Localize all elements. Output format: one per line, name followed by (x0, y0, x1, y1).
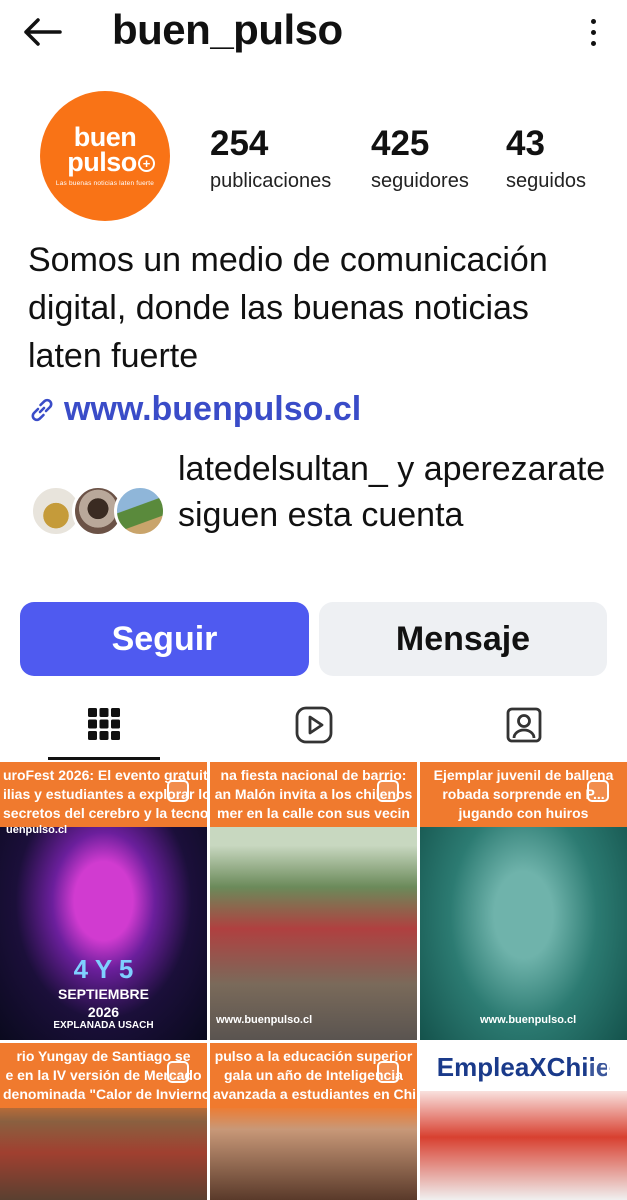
post-thumbnail[interactable]: pulso a la educación superior gala un añ… (210, 1043, 417, 1200)
tab-tagged[interactable] (470, 690, 578, 760)
post-thumbnail[interactable]: Ejemplar juvenil de ballena robada sorpr… (420, 762, 627, 1040)
post-caption: www.buenpulso.cl (480, 1014, 577, 1026)
select-checkbox[interactable] (377, 780, 399, 802)
stat-following-label: seguidos (506, 170, 587, 192)
mutual-followers-avatars[interactable] (30, 485, 166, 537)
post-date-month: SEPTIEMBRE (57, 986, 149, 1002)
link-icon (31, 398, 53, 421)
more-dot-icon (590, 40, 596, 46)
post-banner-line: jugando con huiros (458, 805, 589, 821)
post-thumbnail[interactable]: rio Yungay de Santiago se e en la IV ver… (0, 1043, 207, 1200)
post-banner-line: secretos del cerebro y la tecnología (3, 805, 207, 821)
select-checkbox[interactable] (167, 780, 189, 802)
more-dot-icon (590, 18, 596, 24)
select-checkbox[interactable] (587, 780, 609, 802)
reels-icon (295, 706, 333, 744)
stat-posts-label: publicaciones (210, 170, 332, 192)
post-banner-line: avanzada a estudiantes en Chile (213, 1086, 417, 1102)
post-banner-line: mer en la calle con sus vecin (217, 805, 410, 821)
back-button[interactable] (14, 8, 70, 56)
stat-posts[interactable]: 254 publicaciones (210, 124, 331, 194)
profile-link[interactable]: www.buenpulso.cl (28, 390, 361, 429)
stat-followers[interactable]: 425 seguidores (371, 124, 469, 194)
top-bar: buen_pulso (0, 0, 627, 66)
profile-bio: Somos un medio de comunicación digital, … (28, 241, 548, 375)
post-caption: uenpulso.cl (6, 824, 68, 836)
profile-avatar[interactable]: buen pulso + Las buenas noticias laten fu… (40, 91, 170, 221)
select-checkbox[interactable] (587, 1061, 609, 1083)
post-banner-line: denominada "Calor de Invierno" (3, 1086, 207, 1102)
stat-following-value: 43 (506, 124, 545, 163)
stat-posts-value: 254 (210, 124, 269, 163)
select-checkbox[interactable] (377, 1061, 399, 1083)
stat-followers-label: seguidores (371, 170, 469, 192)
profile-link-url: www.buenpulso.cl (64, 390, 362, 428)
profile-tabs (0, 690, 627, 760)
profile-username: buen_pulso (112, 6, 343, 53)
grid-icon (88, 707, 120, 740)
message-button[interactable]: Mensaje (319, 602, 607, 676)
mutual-avatar (114, 485, 166, 537)
post-date-year: 2026 (87, 1004, 120, 1020)
post-thumbnail[interactable]: EmpleaXChile (420, 1043, 627, 1200)
stat-following[interactable]: 43 seguidos (506, 124, 586, 194)
arrow-left-icon (24, 18, 62, 46)
avatar-logo-line1: buen (73, 122, 137, 152)
avatar-tagline: Las buenas noticias laten fuerte (55, 180, 155, 187)
tagged-person-icon (506, 707, 542, 743)
mutual-followers-text[interactable]: latedelsultan_ y aperezarate siguen esta… (178, 446, 608, 538)
stat-followers-value: 425 (371, 124, 430, 163)
avatar-logo-line2: pulso + (67, 149, 155, 176)
post-thumbnail[interactable]: uroFest 2026: El evento gratuito que inv… (0, 762, 207, 1040)
tab-posts-grid[interactable] (48, 690, 160, 760)
post-caption: www.buenpulso.cl (216, 1014, 313, 1026)
more-options-button[interactable] (579, 12, 607, 52)
plus-icon: + (137, 155, 155, 173)
post-date-days: 4 Y 5 (73, 954, 134, 984)
tab-reels[interactable] (260, 690, 368, 760)
post-venue: EXPLANADA USACH (53, 1020, 154, 1031)
more-dot-icon (590, 29, 596, 35)
follow-button[interactable]: Seguir (20, 602, 309, 676)
post-thumbnail[interactable]: na fiesta nacional de barrio: an Malón i… (210, 762, 417, 1040)
select-checkbox[interactable] (167, 1061, 189, 1083)
